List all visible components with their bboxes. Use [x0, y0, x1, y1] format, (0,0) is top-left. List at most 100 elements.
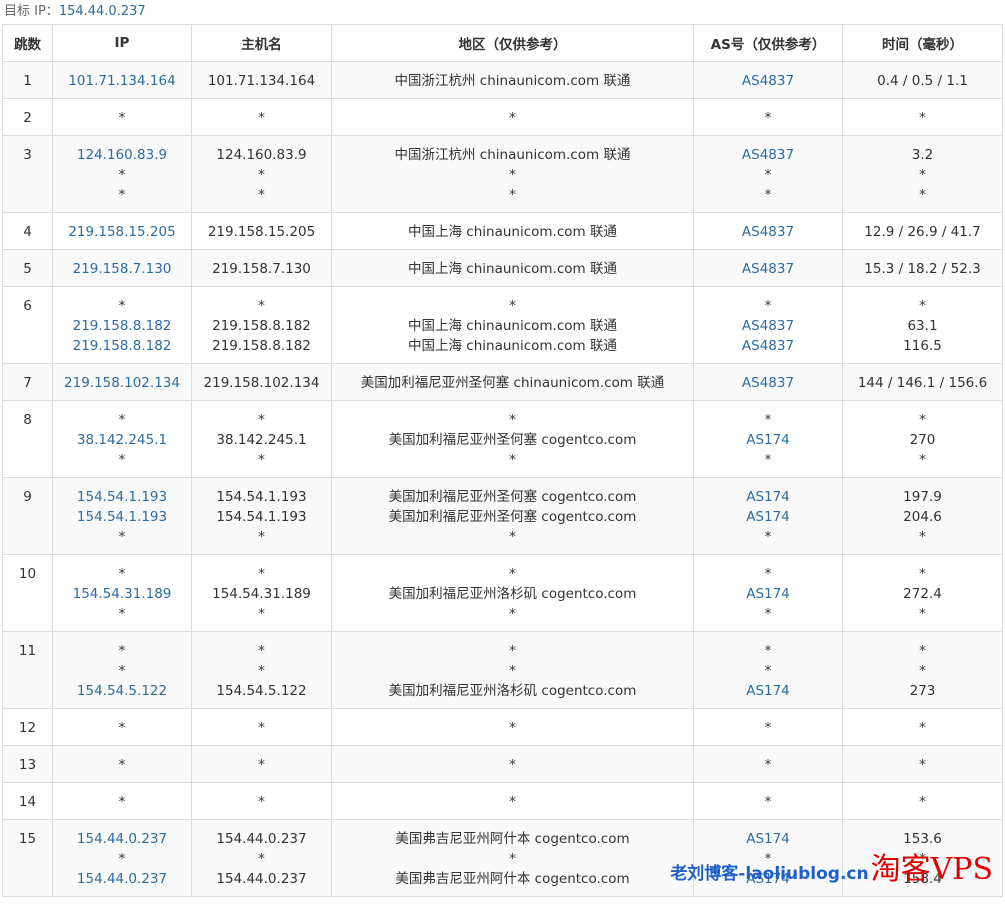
ip-line[interactable]: 154.44.0.237 — [54, 869, 190, 889]
ip-line[interactable]: 154.54.1.193 — [54, 487, 190, 507]
header-as: AS号（仅供参考） — [693, 24, 843, 62]
time-line: 0.4 / 0.5 / 1.1 — [877, 73, 968, 89]
region-line: * — [509, 566, 516, 582]
ip-line: * — [118, 720, 126, 736]
cell-as: * * AS174 — [693, 631, 843, 709]
host-line: * — [258, 720, 265, 736]
time-line: * — [919, 794, 926, 810]
region-line: * — [509, 663, 516, 679]
host-line: 154.54.31.189 — [212, 586, 311, 602]
as-line[interactable]: AS174 — [695, 430, 841, 450]
cell-time: * 63.1 116.5 — [842, 286, 1003, 364]
as-line[interactable]: AS4837 — [695, 71, 841, 91]
time-line: * — [919, 851, 926, 867]
cell-hop: 5 — [2, 249, 53, 287]
cell-region: 美国加利福尼亚州圣何塞 cogentco.com 美国加利福尼亚州圣何塞 coge… — [331, 477, 694, 555]
cell-as: AS4837 * * — [693, 135, 843, 213]
hop-number: 5 — [23, 261, 32, 277]
as-line[interactable]: AS4837 — [695, 336, 841, 356]
region-line: 中国上海 chinaunicom.com 联通 — [408, 318, 617, 334]
time-line: * — [919, 757, 926, 773]
as-line: * — [764, 643, 772, 659]
cell-ip: 101.71.134.164 — [52, 61, 192, 99]
hop-number: 3 — [23, 147, 32, 163]
region-line: 美国弗吉尼亚州阿什本 cogentco.com — [395, 831, 630, 847]
cell-region: * * 美国加利福尼亚州洛杉矶 cogentco.com — [331, 631, 694, 709]
table-row: 14 * * * * * — [2, 782, 1003, 820]
cell-ip: * 38.142.245.1 * — [52, 400, 192, 478]
region-line: * — [509, 720, 516, 736]
as-line[interactable]: AS174 — [695, 487, 841, 507]
table-row: 12 * * * * * — [2, 708, 1003, 746]
ip-line[interactable]: 219.158.15.205 — [54, 222, 190, 242]
cell-as: * — [693, 745, 843, 783]
host-line: * — [258, 606, 265, 622]
region-line: * — [509, 452, 516, 468]
host-line: 219.158.15.205 — [207, 224, 316, 240]
ip-line[interactable]: 219.158.102.134 — [54, 373, 190, 393]
hop-number: 10 — [18, 566, 37, 582]
as-line[interactable]: AS174 — [695, 869, 841, 889]
as-line: * — [764, 720, 772, 736]
as-line[interactable]: AS4837 — [695, 259, 841, 279]
table-row: 4 219.158.15.205 219.158.15.205 中国上海 chinau… — [2, 212, 1003, 250]
cell-time: * 270 * — [842, 400, 1003, 478]
cell-region: * 美国加利福尼亚州洛杉矶 cogentco.com * — [331, 554, 694, 632]
ip-line[interactable]: 154.54.5.122 — [54, 681, 190, 701]
ip-line[interactable]: 219.158.8.182 — [54, 336, 190, 356]
cell-hostname: 154.44.0.237 * 154.44.0.237 — [191, 819, 332, 897]
table-row: 11 * * 154.54.5.122 * * 154.54.5.122 * * 美国加利福尼亚州… — [2, 631, 1003, 709]
region-line: 美国弗吉尼亚州阿什本 cogentco.com — [395, 871, 630, 887]
as-line[interactable]: AS174 — [695, 507, 841, 527]
as-line[interactable]: AS174 — [695, 681, 841, 701]
cell-region: * 中国上海 chinaunicom.com 联通 中国上海 chinaunicom… — [331, 286, 694, 364]
cell-time: * * 273 — [842, 631, 1003, 709]
traceroute-table: 跳数 IP 主机名 地区（仅供参考） AS号（仅供参考） 时间（毫秒） 1 101… — [2, 24, 1003, 897]
host-line: * — [258, 757, 265, 773]
cell-ip: * — [52, 745, 192, 783]
host-line: * — [258, 851, 265, 867]
as-line[interactable]: AS4837 — [695, 145, 841, 165]
cell-as: * — [693, 708, 843, 746]
region-line: * — [509, 298, 516, 314]
cell-region: * 美国加利福尼亚州圣何塞 cogentco.com * — [331, 400, 694, 478]
ip-line[interactable]: 154.44.0.237 — [54, 829, 190, 849]
ip-line[interactable]: 124.160.83.9 — [54, 145, 190, 165]
ip-line[interactable]: 219.158.7.130 — [54, 259, 190, 279]
cell-time: 197.9 204.6 * — [842, 477, 1003, 555]
cell-ip: 219.158.102.134 — [52, 363, 192, 401]
table-row: 6 * 219.158.8.182 219.158.8.182 * 219.158.8.1… — [2, 286, 1003, 364]
ip-line[interactable]: 219.158.8.182 — [54, 316, 190, 336]
table-header: 跳数 IP 主机名 地区（仅供参考） AS号（仅供参考） 时间（毫秒） — [2, 24, 1003, 62]
ip-line[interactable]: 101.71.134.164 — [54, 71, 190, 91]
region-line: * — [509, 167, 516, 183]
as-line: * — [764, 110, 772, 126]
region-line: 中国上海 chinaunicom.com 联通 — [408, 338, 617, 354]
cell-as: AS4837 — [693, 249, 843, 287]
hop-number: 7 — [23, 375, 32, 391]
target-ip-value[interactable]: 154.44.0.237 — [59, 4, 146, 19]
cell-as: AS4837 — [693, 61, 843, 99]
ip-line[interactable]: 154.54.1.193 — [54, 507, 190, 527]
cell-hostname: 219.158.102.134 — [191, 363, 332, 401]
time-line: * — [919, 298, 926, 314]
cell-region: 中国浙江杭州 chinaunicom.com 联通 — [331, 61, 694, 99]
header-region: 地区（仅供参考） — [331, 24, 694, 62]
cell-time: 153.6 * 158.4 — [842, 819, 1003, 897]
ip-line[interactable]: 154.54.31.189 — [54, 584, 190, 604]
hop-number: 12 — [18, 720, 37, 736]
as-line[interactable]: AS4837 — [695, 222, 841, 242]
host-line: * — [258, 794, 265, 810]
cell-hostname: * — [191, 745, 332, 783]
as-line[interactable]: AS4837 — [695, 316, 841, 336]
as-line[interactable]: AS4837 — [695, 373, 841, 393]
hop-number: 8 — [23, 412, 32, 428]
table-body: 1 101.71.134.164 101.71.134.164 中国浙江杭州 chin… — [2, 61, 1003, 897]
ip-line[interactable]: 38.142.245.1 — [54, 430, 190, 450]
as-line[interactable]: AS174 — [695, 584, 841, 604]
as-line[interactable]: AS174 — [695, 829, 841, 849]
hop-number: 9 — [23, 489, 32, 505]
cell-time: 3.2 * * — [842, 135, 1003, 213]
as-line: * — [764, 606, 772, 622]
time-line: * — [919, 566, 926, 582]
